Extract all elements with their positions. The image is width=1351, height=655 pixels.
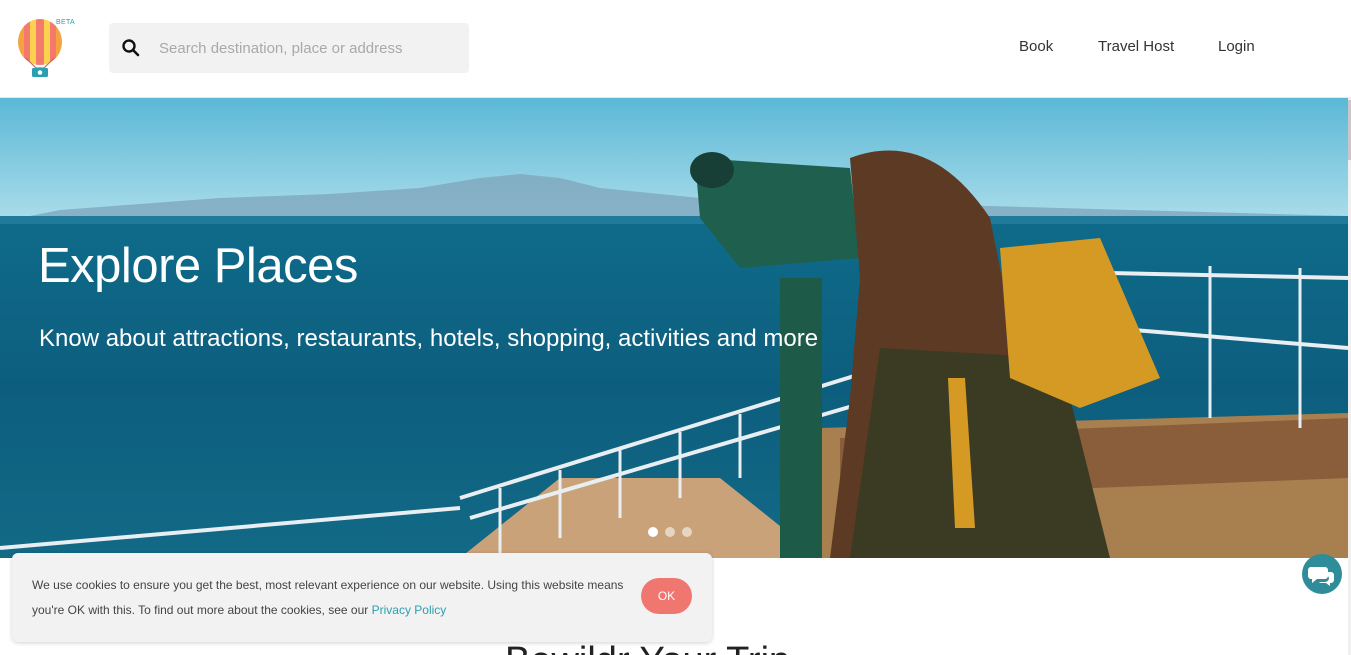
carousel-dot-1[interactable] xyxy=(648,527,658,537)
carousel-dot-2[interactable] xyxy=(665,527,675,537)
cookie-text: We use cookies to ensure you get the bes… xyxy=(32,573,632,623)
cookie-ok-button[interactable]: OK xyxy=(641,578,692,614)
nav-travel-host[interactable]: Travel Host xyxy=(1098,38,1174,55)
hot-air-balloon-logo[interactable] xyxy=(16,18,76,80)
hero-banner: Explore Places Know about attractions, r… xyxy=(0,98,1348,558)
header: BETA Book Travel Host Login xyxy=(0,0,1351,98)
chat-button[interactable] xyxy=(1302,554,1342,594)
section-title: Bewildr Your Trip xyxy=(505,640,790,655)
search-bar[interactable] xyxy=(109,23,469,73)
nav-book[interactable]: Book xyxy=(1019,38,1053,55)
chat-icon xyxy=(1308,567,1334,586)
beta-badge: BETA xyxy=(56,19,75,26)
cookie-banner: We use cookies to ensure you get the bes… xyxy=(12,553,712,642)
carousel-dot-3[interactable] xyxy=(682,527,692,537)
hero-subtitle: Know about attractions, restaurants, hot… xyxy=(39,325,819,352)
privacy-policy-link[interactable]: Privacy Policy xyxy=(372,603,447,617)
search-input[interactable] xyxy=(159,35,459,61)
carousel-indicators xyxy=(648,527,692,537)
hero-title: Explore Places xyxy=(38,239,358,293)
nav-login[interactable]: Login xyxy=(1218,38,1255,55)
search-icon[interactable] xyxy=(121,38,141,58)
cookie-message: We use cookies to ensure you get the bes… xyxy=(32,578,624,617)
